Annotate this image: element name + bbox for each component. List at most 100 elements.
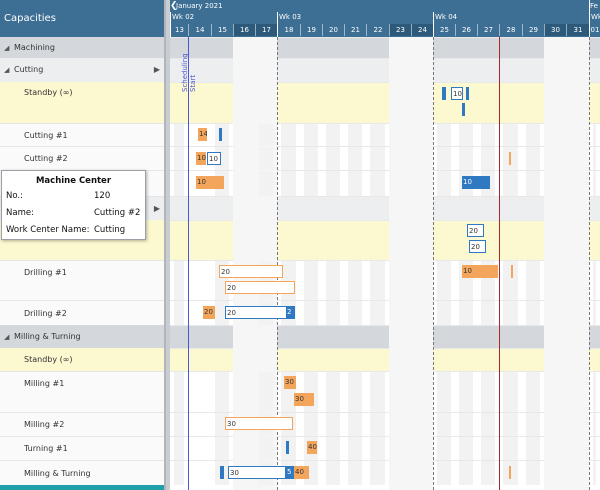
task-bar[interactable] bbox=[286, 441, 289, 454]
capacity-stripe bbox=[174, 461, 184, 485]
task-bar[interactable]: 30 bbox=[228, 466, 286, 479]
task-bar[interactable] bbox=[462, 103, 465, 116]
resource-milling-turning[interactable]: Milling & Turning bbox=[0, 460, 164, 485]
scheduling-start-label: Scheduling Start bbox=[181, 53, 197, 92]
group-machining[interactable]: ◢ Machining bbox=[0, 37, 164, 59]
resource-cutting-1[interactable]: Cutting #1 bbox=[0, 123, 164, 146]
collapse-icon[interactable]: ◢ bbox=[4, 38, 14, 59]
day-label: 25 bbox=[433, 24, 455, 36]
resource-turning-1[interactable]: Turning #1 bbox=[0, 436, 164, 460]
task-bar[interactable]: 20 bbox=[219, 265, 283, 278]
panel-title: Capacities bbox=[0, 0, 164, 37]
capacity-stripe bbox=[459, 372, 473, 412]
chevron-right-icon[interactable]: ▶ bbox=[154, 197, 160, 221]
day-label: 16 bbox=[233, 24, 255, 36]
task-bar[interactable]: 10 bbox=[462, 265, 498, 278]
capacity-stripe bbox=[304, 147, 318, 170]
scroll-indicator bbox=[0, 485, 164, 490]
capacity-stripe bbox=[437, 171, 451, 196]
task-bar[interactable]: 20 bbox=[225, 281, 295, 294]
capacity-stripe bbox=[259, 171, 273, 196]
task-bar[interactable]: 10 bbox=[451, 87, 463, 100]
capacity-stripe bbox=[503, 171, 518, 196]
row-label: Milling & Turning bbox=[24, 469, 91, 478]
capacity-stripe bbox=[304, 413, 318, 436]
row-label: Cutting #2 bbox=[24, 154, 68, 163]
task-bar[interactable]: 20 bbox=[203, 306, 215, 319]
task-bar[interactable]: 40 bbox=[294, 466, 309, 479]
task-bar[interactable]: 10 bbox=[196, 176, 224, 189]
day-column bbox=[411, 37, 433, 490]
capacity-stripe bbox=[370, 147, 385, 170]
capacity-stripe bbox=[526, 261, 540, 300]
capacity-stripe bbox=[503, 413, 518, 436]
task-bar[interactable]: 30 bbox=[284, 376, 296, 389]
resource-cutting-2[interactable]: Cutting #2 bbox=[0, 146, 164, 170]
task-bar[interactable]: 20 bbox=[225, 306, 287, 319]
resource-milling-2[interactable]: Milling #2 bbox=[0, 412, 164, 436]
resource-milling-1[interactable]: Milling #1 bbox=[0, 371, 164, 412]
capacity-stripe bbox=[326, 261, 340, 300]
row-label: Milling #1 bbox=[24, 379, 65, 388]
collapse-icon[interactable]: ◢ bbox=[4, 58, 14, 82]
task-bar[interactable]: 10 bbox=[196, 152, 206, 165]
capacity-stripe bbox=[281, 171, 296, 196]
capacities-panel: Capacities ◢ Machining ◢ Cutting ▶ Standby … bbox=[0, 0, 166, 490]
day-label: 29 bbox=[522, 24, 544, 36]
capacity-stripe bbox=[459, 413, 473, 436]
task-bar[interactable]: 10 bbox=[462, 176, 490, 189]
capacity-stripe bbox=[481, 413, 495, 436]
capacity-stripe bbox=[481, 124, 495, 146]
capacity-stripe bbox=[348, 301, 362, 325]
capacity-stripe bbox=[593, 372, 596, 412]
row-label: Milling #2 bbox=[24, 420, 65, 429]
task-bar[interactable]: 14 bbox=[198, 128, 207, 141]
resource-drilling-1[interactable]: Drilling #1 bbox=[0, 260, 164, 300]
task-bar[interactable]: 20 bbox=[469, 240, 486, 253]
chevron-right-icon[interactable]: ▶ bbox=[154, 58, 160, 82]
capacity-stripe bbox=[348, 413, 362, 436]
capacity-stripe bbox=[437, 413, 451, 436]
task-bar[interactable] bbox=[509, 152, 511, 165]
capacity-stripe bbox=[370, 171, 385, 196]
capacity-stripe bbox=[593, 301, 596, 325]
task-bar[interactable]: 40 bbox=[307, 441, 317, 454]
task-bar[interactable]: 30 bbox=[294, 393, 314, 406]
capacity-stripe bbox=[481, 461, 495, 485]
task-bar[interactable]: 2 bbox=[286, 306, 295, 319]
task-bar[interactable] bbox=[219, 128, 222, 141]
collapse-icon[interactable]: ◢ bbox=[4, 326, 14, 349]
sub-cutting[interactable]: ◢ Cutting ▶ bbox=[0, 58, 164, 82]
task-bar[interactable]: 30 bbox=[225, 417, 293, 430]
capacity-stripe bbox=[304, 301, 318, 325]
capacity-stripe bbox=[437, 147, 451, 170]
capacity-stripe bbox=[348, 124, 362, 146]
capacity-stripe bbox=[481, 437, 495, 460]
resource-drilling-2[interactable]: Drilling #2 bbox=[0, 300, 164, 325]
capacity-stripe bbox=[526, 124, 540, 146]
capacity-stripe bbox=[526, 147, 540, 170]
task-bar[interactable] bbox=[442, 87, 446, 100]
task-bar[interactable]: 10 bbox=[207, 152, 221, 165]
task-bar[interactable]: 5 bbox=[286, 466, 294, 479]
task-bar[interactable] bbox=[220, 466, 224, 479]
day-column bbox=[566, 37, 589, 490]
task-bar[interactable] bbox=[509, 466, 511, 479]
capacity-stripe bbox=[259, 147, 273, 170]
capacity-stripe bbox=[370, 301, 385, 325]
capacity-stripe bbox=[459, 437, 473, 460]
tooltip-name: Name: Cutting #2 bbox=[2, 208, 145, 225]
capacity-stripe bbox=[174, 171, 184, 196]
day-label: 15 bbox=[211, 24, 233, 36]
sub-milling-turning[interactable]: ◢ Milling & Turning bbox=[0, 325, 164, 349]
capacity-stripe bbox=[526, 437, 540, 460]
task-bar[interactable] bbox=[511, 265, 513, 278]
capacity-stripe bbox=[370, 124, 385, 146]
task-bar[interactable] bbox=[466, 87, 469, 100]
capacity-stripe bbox=[503, 437, 518, 460]
task-bar[interactable]: 20 bbox=[467, 224, 484, 237]
day-label: 26 bbox=[455, 24, 477, 36]
capacity-stripe bbox=[503, 301, 518, 325]
day-label: 14 bbox=[188, 24, 211, 36]
no-label: No.: bbox=[6, 191, 23, 201]
